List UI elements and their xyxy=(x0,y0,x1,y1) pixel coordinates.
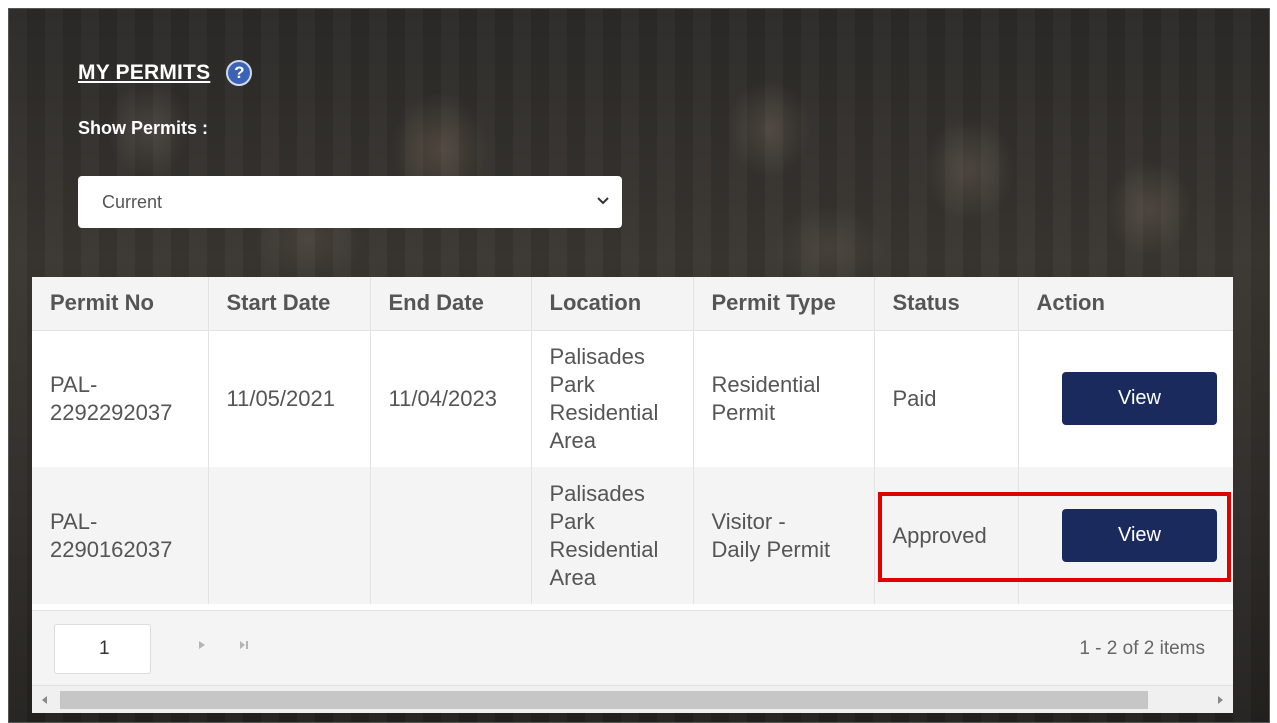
scrollbar-thumb[interactable] xyxy=(60,691,1148,709)
column-header-location[interactable]: Location xyxy=(531,277,694,330)
permits-table-panel: Permit No Start Date End Date Location P… xyxy=(32,277,1233,713)
status-cell: Approved xyxy=(874,467,1019,604)
page-title[interactable]: MY PERMITS xyxy=(78,61,210,85)
start-date-cell xyxy=(208,467,371,604)
items-count: 1 - 2 of 2 items xyxy=(1079,638,1205,659)
view-button[interactable]: View xyxy=(1062,372,1217,426)
title-row: MY PERMITS ? xyxy=(78,60,253,86)
action-cell: View xyxy=(1018,329,1233,467)
permit-no-cell: PAL- 2290162037 xyxy=(32,467,209,604)
scroll-left-icon[interactable] xyxy=(40,695,50,705)
permit-filter-value: Current xyxy=(102,191,163,212)
chevron-down-icon xyxy=(597,197,609,205)
start-date-cell: 11/05/2021 xyxy=(208,329,371,467)
table-row: PAL- 2292292037 11/05/2021 11/04/2023 Pa… xyxy=(32,329,1233,467)
column-header-start-date[interactable]: Start Date xyxy=(208,277,371,330)
last-page-icon[interactable] xyxy=(238,639,250,651)
view-button[interactable]: View xyxy=(1062,509,1217,562)
end-date-cell xyxy=(370,467,532,604)
location-cell: Palisades Park Residential Area xyxy=(531,467,694,604)
permit-type-cell: Visitor - Daily Permit xyxy=(693,467,875,604)
action-cell: View xyxy=(1018,467,1233,604)
page-number-input[interactable]: 1 xyxy=(54,624,151,674)
permit-type-cell: Residential Permit xyxy=(693,329,875,467)
help-icon[interactable]: ? xyxy=(226,60,253,86)
show-permits-label: Show Permits : xyxy=(78,118,209,138)
scroll-right-icon[interactable] xyxy=(1215,695,1225,705)
next-page-icon[interactable] xyxy=(196,639,208,651)
pagination-bar: 1 1 - 2 of 2 items xyxy=(32,610,1233,685)
column-header-permit-no[interactable]: Permit No xyxy=(32,277,209,330)
column-header-end-date[interactable]: End Date xyxy=(370,277,532,330)
status-cell: Paid xyxy=(874,329,1019,467)
table-header-row: Permit No Start Date End Date Location P… xyxy=(32,277,1233,330)
location-cell: Palisades Park Residential Area xyxy=(531,329,694,467)
column-header-permit-type[interactable]: Permit Type xyxy=(693,277,875,330)
table-row: PAL- 2290162037 Palisades Park Residenti… xyxy=(32,467,1233,604)
permits-table: Permit No Start Date End Date Location P… xyxy=(32,277,1233,604)
horizontal-scrollbar[interactable] xyxy=(32,685,1233,713)
column-header-status[interactable]: Status xyxy=(874,277,1019,330)
permit-filter-select[interactable]: Current xyxy=(78,176,622,228)
column-header-action: Action xyxy=(1018,277,1233,330)
permit-no-cell: PAL- 2292292037 xyxy=(32,329,209,467)
end-date-cell: 11/04/2023 xyxy=(370,329,532,467)
